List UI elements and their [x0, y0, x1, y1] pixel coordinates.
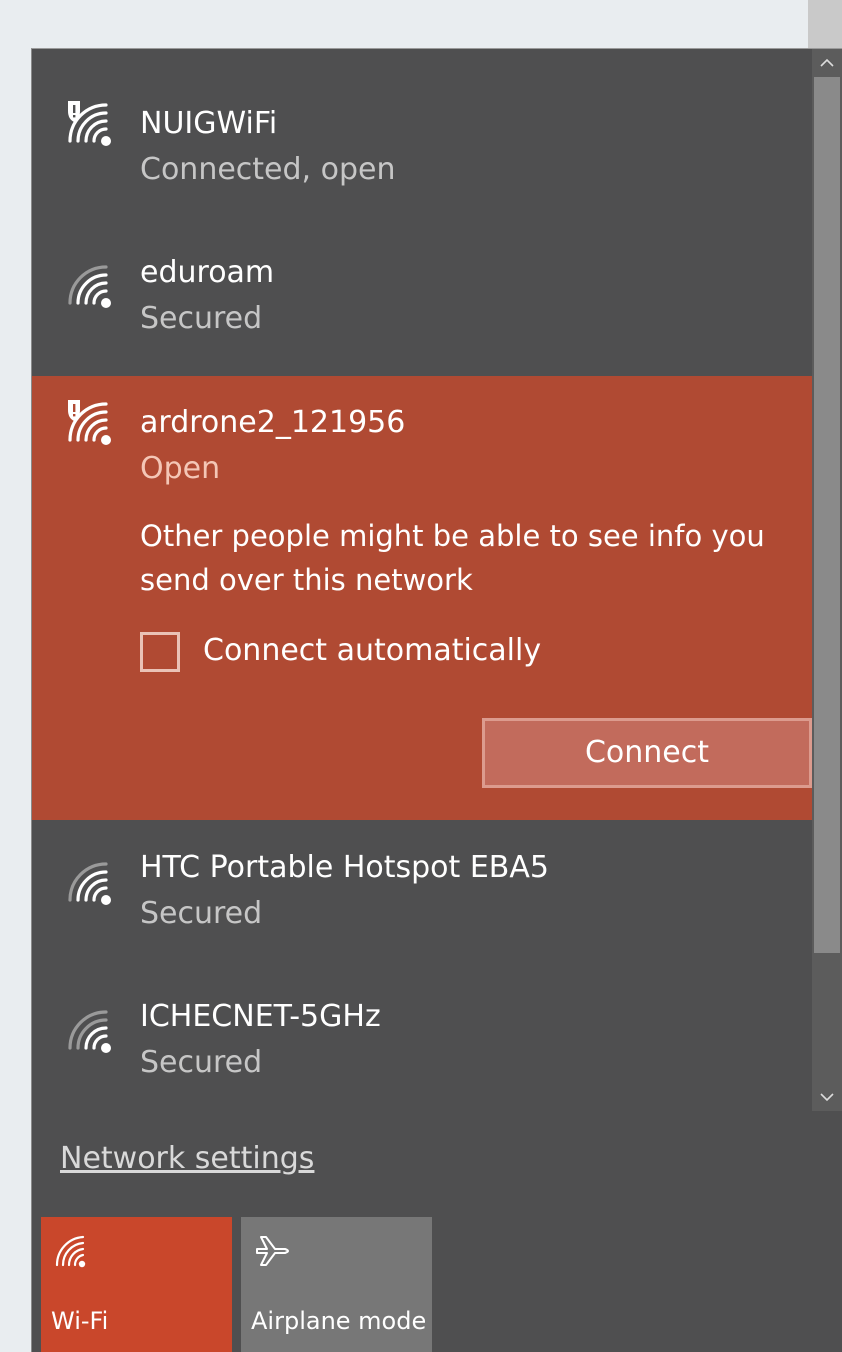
network-item-ardrone2[interactable]: ardrone2_121956 Open Other people might …	[32, 376, 812, 820]
connect-automatically-checkbox[interactable]	[140, 632, 180, 672]
wifi-toggle-tile[interactable]: Wi-Fi	[41, 1217, 232, 1352]
network-status: Secured	[140, 1045, 263, 1080]
network-item-eduroam[interactable]: eduroam Secured	[32, 197, 812, 376]
scroll-up-arrow-icon[interactable]	[812, 49, 842, 77]
network-name: ICHECNET-5GHz	[140, 999, 381, 1034]
open-network-warning: Other people might be able to see info y…	[140, 519, 765, 597]
wifi-tile-label: Wi-Fi	[51, 1307, 109, 1335]
network-item-nuigwifi[interactable]: NUIGWiFi Connected, open	[32, 49, 812, 197]
connect-button[interactable]: Connect	[482, 718, 812, 788]
wifi-icon	[66, 263, 114, 311]
network-item-htc-hotspot[interactable]: HTC Portable Hotspot EBA5 Secured	[32, 820, 812, 970]
scroll-down-arrow-icon[interactable]	[812, 1083, 842, 1111]
network-name: NUIGWiFi	[140, 106, 278, 141]
network-flyout: NUIGWiFi Connected, open eduroam Secured	[31, 48, 842, 1352]
network-settings-link[interactable]: Network settings	[60, 1141, 314, 1176]
network-name: eduroam	[140, 255, 275, 290]
background-scrollbar	[808, 0, 842, 50]
network-status: Secured	[140, 896, 263, 931]
network-item-ichecnet[interactable]: ICHECNET-5GHz Secured	[32, 970, 812, 1120]
airplane-mode-tile[interactable]: Airplane mode	[241, 1217, 432, 1352]
network-status: Connected, open	[140, 152, 396, 187]
wifi-icon	[53, 1231, 93, 1271]
network-name: ardrone2_121956	[140, 405, 406, 440]
network-status: Open	[140, 451, 221, 486]
network-status: Secured	[140, 301, 263, 336]
connect-automatically-label[interactable]: Connect automatically	[203, 633, 541, 668]
scrollbar-thumb[interactable]	[814, 77, 840, 953]
airplane-tile-label: Airplane mode	[251, 1307, 427, 1335]
network-list-scrollbar[interactable]	[812, 49, 842, 1111]
network-name: HTC Portable Hotspot EBA5	[140, 850, 549, 885]
wifi-icon	[66, 1008, 114, 1056]
wifi-warning-icon	[66, 101, 114, 149]
wifi-warning-icon	[66, 400, 114, 448]
wifi-icon	[66, 860, 114, 908]
airplane-icon	[253, 1231, 293, 1271]
